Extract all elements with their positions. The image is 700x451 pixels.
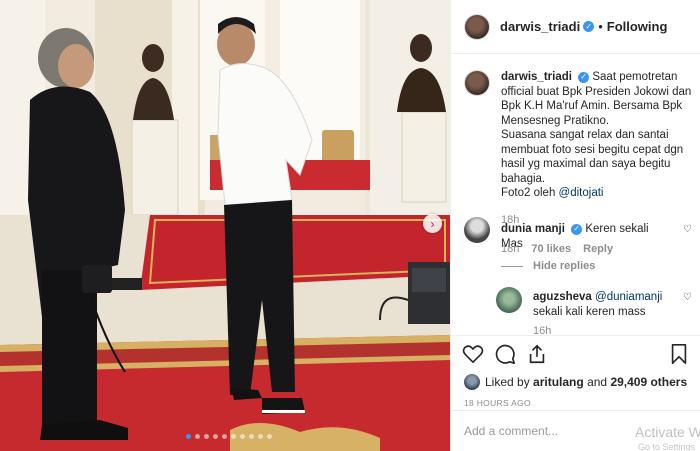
carousel-dot xyxy=(258,434,263,439)
reply-body: sekali kali keren mass xyxy=(533,305,646,318)
caption-line-2: Suasana sangat relax dan santai membuat … xyxy=(501,129,684,185)
bookmark-icon xyxy=(671,344,687,364)
comment-likes[interactable]: 70 likes xyxy=(531,243,571,255)
caption-text: darwis_triadi ✓ Saat pemotretan official… xyxy=(501,70,696,201)
likes-prefix: Liked by xyxy=(485,375,530,389)
post-actions-area: Liked by aritulang and 29,409 others 18 … xyxy=(451,335,700,408)
verified-badge-icon: ✓ xyxy=(578,71,590,83)
carousel-indicator xyxy=(186,434,272,439)
carousel-dot xyxy=(213,434,218,439)
carousel-dot xyxy=(240,434,245,439)
following-button[interactable]: Following xyxy=(607,19,668,34)
action-bar xyxy=(451,336,700,372)
mention-link[interactable]: @duniamanji xyxy=(595,291,662,303)
carousel-dot xyxy=(267,434,272,439)
like-button[interactable] xyxy=(461,342,485,366)
carousel-dot xyxy=(249,434,254,439)
comment-avatar[interactable] xyxy=(464,217,490,243)
likes-count[interactable]: 29,409 others xyxy=(610,375,687,389)
carousel-dot xyxy=(186,434,191,439)
caption-credit-prefix: Foto2 oleh xyxy=(501,187,559,199)
reply-text: aguzsheva @duniamanji sekali kali keren … xyxy=(533,290,673,319)
mention-link[interactable]: @ditojati xyxy=(559,187,604,199)
liker-username[interactable]: aritulang xyxy=(533,375,584,389)
hide-replies-label: Hide replies xyxy=(533,260,596,272)
next-slide-button[interactable]: › xyxy=(423,214,442,233)
likes-summary: Liked by aritulang and 29,409 others xyxy=(451,372,700,392)
post-photo[interactable]: › xyxy=(0,0,450,451)
comment-username[interactable]: dunia manji xyxy=(501,223,565,235)
divider xyxy=(501,265,523,267)
carousel-dot xyxy=(204,434,209,439)
comment-icon xyxy=(495,344,515,364)
share-button[interactable] xyxy=(525,342,549,366)
verified-badge-icon: ✓ xyxy=(571,223,583,235)
carousel-dot xyxy=(222,434,227,439)
reply-avatar[interactable] xyxy=(496,287,522,313)
caption-username[interactable]: darwis_triadi xyxy=(501,71,572,83)
share-icon xyxy=(529,344,545,364)
comment-button[interactable] xyxy=(493,342,517,366)
post-header: darwis_triadi ✓ • Following xyxy=(451,0,700,54)
reply-time[interactable]: 16h xyxy=(533,325,551,335)
chevron-right-icon: › xyxy=(430,216,435,231)
separator: • xyxy=(598,19,603,34)
photo-image xyxy=(0,0,450,451)
heart-icon xyxy=(462,345,484,363)
activate-windows-subtext: Go to Settings xyxy=(637,442,695,451)
post-sidebar: darwis_triadi ✓ • Following darwis_triad… xyxy=(450,0,700,451)
activate-windows-watermark: Activate Wi xyxy=(634,424,700,440)
carousel-dot xyxy=(231,434,236,439)
heart-icon[interactable]: ♡ xyxy=(683,292,692,303)
reply-button[interactable]: Reply xyxy=(583,243,613,255)
liker-avatar[interactable] xyxy=(464,374,480,390)
post-username[interactable]: darwis_triadi xyxy=(500,19,580,34)
hide-replies-button[interactable]: Hide replies xyxy=(501,260,595,272)
carousel-dot xyxy=(195,434,200,439)
post-timestamp[interactable]: 18 HOURS AGO xyxy=(451,398,700,408)
comment-time[interactable]: 18h xyxy=(501,243,519,255)
heart-icon[interactable]: ♡ xyxy=(683,224,692,235)
comment-meta: 18h 70 likes Reply xyxy=(501,243,613,255)
verified-badge-icon: ✓ xyxy=(583,21,595,32)
comments-list[interactable]: darwis_triadi ✓ Saat pemotretan official… xyxy=(451,55,700,335)
avatar[interactable] xyxy=(464,13,490,40)
comment-input[interactable] xyxy=(464,424,634,438)
reply-username[interactable]: aguzsheva xyxy=(533,291,592,303)
add-comment-bar: Activate Wi Go to Settings xyxy=(451,410,700,451)
save-button[interactable] xyxy=(667,342,691,366)
caption-avatar[interactable] xyxy=(464,70,490,96)
likes-and: and xyxy=(587,375,608,389)
